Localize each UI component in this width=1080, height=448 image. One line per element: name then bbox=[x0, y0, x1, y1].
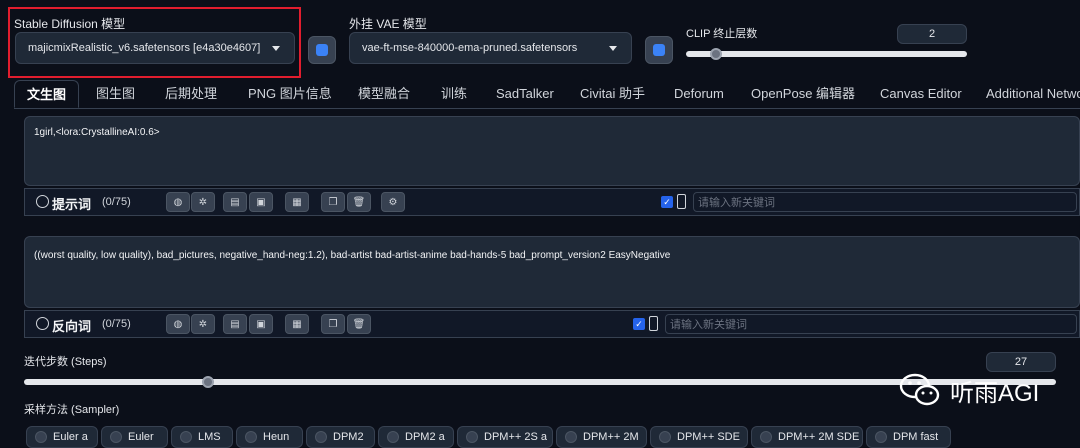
radio-icon bbox=[245, 431, 257, 443]
radio-icon bbox=[565, 431, 577, 443]
model-dropdown[interactable]: majicmixRealistic_v6.safetensors [e4a30e… bbox=[15, 32, 295, 64]
tab-merge[interactable]: 模型融合 bbox=[358, 80, 410, 108]
sampler-option[interactable]: DPM fast bbox=[866, 426, 951, 448]
radio-icon bbox=[659, 431, 671, 443]
trash-icon[interactable]: 🗑 bbox=[347, 192, 371, 212]
negative-prompt-text: ((worst quality, low quality), bad_pictu… bbox=[34, 250, 671, 261]
tab-img2img[interactable]: 图生图 bbox=[96, 80, 135, 108]
sampler-option[interactable]: Euler bbox=[101, 426, 168, 448]
watermark: 听雨AGI bbox=[898, 372, 1039, 408]
gear-icon[interactable]: ✲ bbox=[191, 192, 215, 212]
copy-icon[interactable]: ❐ bbox=[321, 192, 345, 212]
vae-label: 外挂 VAE 模型 bbox=[349, 17, 427, 31]
refresh-icon bbox=[316, 44, 328, 56]
refresh-vae-button[interactable] bbox=[645, 36, 673, 64]
tab-sadtalker[interactable]: SadTalker bbox=[496, 80, 554, 108]
model-label: Stable Diffusion 模型 bbox=[14, 17, 126, 31]
chevron-down-icon bbox=[609, 46, 617, 51]
radio-icon bbox=[387, 431, 399, 443]
trash-icon[interactable]: 🗑 bbox=[347, 314, 371, 334]
bookmark-icon[interactable]: ▣ bbox=[249, 192, 273, 212]
negative-token-count: (0/75) bbox=[102, 318, 131, 330]
negative-toolbar: 反向词 (0/75) ◍ ✲ ▤ ▣ ▦ ❐ 🗑 ✓ 请输入新关键词 bbox=[24, 310, 1080, 338]
sampler-option[interactable]: DPM2 bbox=[306, 426, 375, 448]
refresh-model-button[interactable] bbox=[308, 36, 336, 64]
import-icon[interactable]: ▤ bbox=[223, 314, 247, 334]
import-icon[interactable]: ▤ bbox=[223, 192, 247, 212]
sampler-option[interactable]: DPM++ SDE bbox=[650, 426, 748, 448]
keyword-input[interactable]: 请输入新关键词 bbox=[693, 192, 1077, 212]
sampler-option[interactable]: DPM++ 2M bbox=[556, 426, 647, 448]
radio-icon bbox=[875, 431, 887, 443]
model-value: majicmixRealistic_v6.safetensors [e4a30e… bbox=[28, 42, 261, 54]
tab-additional-networks[interactable]: Additional Netwo bbox=[986, 80, 1080, 108]
vae-value: vae-ft-mse-840000-ema-pruned.safetensors bbox=[362, 42, 578, 54]
radio-icon bbox=[760, 431, 772, 443]
tab-txt2img[interactable]: 文生图 bbox=[14, 80, 80, 108]
sampler-option[interactable]: LMS bbox=[171, 426, 233, 448]
keyword-checkbox[interactable]: ✓ bbox=[633, 318, 645, 330]
tab-extras[interactable]: 后期处理 bbox=[165, 80, 217, 108]
clip-number-input[interactable]: 2 bbox=[897, 24, 967, 44]
negative-title: 反向词 bbox=[52, 319, 92, 334]
tab-openpose-editor[interactable]: OpenPose 编辑器 bbox=[751, 80, 855, 108]
prompt-title: 提示词 bbox=[52, 197, 92, 212]
wechat-icon bbox=[899, 373, 940, 406]
prompt-text: 1girl,<lora:CrystallineAI:0.6> bbox=[34, 127, 160, 138]
watermark-text: 听雨AGI bbox=[950, 379, 1040, 407]
sampler-option[interactable]: DPM++ 2M SDE bbox=[751, 426, 863, 448]
radio-icon bbox=[35, 431, 47, 443]
clip-slider-thumb[interactable] bbox=[710, 48, 722, 60]
sampler-option[interactable]: DPM2 a bbox=[378, 426, 454, 448]
prompt-textarea[interactable]: 1girl,<lora:CrystallineAI:0.6> bbox=[24, 116, 1080, 186]
bookmark-icon[interactable]: ▣ bbox=[249, 314, 273, 334]
expand-icon[interactable] bbox=[36, 317, 49, 330]
keyword-input[interactable]: 请输入新关键词 bbox=[665, 314, 1077, 334]
steps-label: 迭代步数 (Steps) bbox=[24, 356, 107, 368]
tab-png-info[interactable]: PNG 图片信息 bbox=[248, 80, 332, 108]
refresh-icon bbox=[653, 44, 665, 56]
phone-icon bbox=[677, 194, 686, 209]
tab-bar: 文生图 图生图 后期处理 PNG 图片信息 模型融合 训练 SadTalker … bbox=[14, 80, 1080, 109]
negative-prompt-textarea[interactable]: ((worst quality, low quality), bad_pictu… bbox=[24, 236, 1080, 308]
clip-slider-track[interactable] bbox=[686, 51, 967, 57]
prompt-toolbar: 提示词 (0/75) ◍ ✲ ▤ ▣ ▦ ❐ 🗑 ⚙ ✓ 请输入新关键词 bbox=[24, 188, 1080, 216]
keyword-checkbox[interactable]: ✓ bbox=[661, 196, 673, 208]
gear-icon[interactable]: ✲ bbox=[191, 314, 215, 334]
text-icon[interactable]: ▦ bbox=[285, 314, 309, 334]
copy-icon[interactable]: ❐ bbox=[321, 314, 345, 334]
radio-icon bbox=[180, 431, 192, 443]
steps-number-input[interactable]: 27 bbox=[986, 352, 1056, 372]
clip-label: CLIP 终止层数 bbox=[686, 28, 758, 40]
chevron-down-icon bbox=[272, 46, 280, 51]
sampler-option[interactable]: Euler a bbox=[26, 426, 98, 448]
radio-icon bbox=[466, 431, 478, 443]
globe-icon[interactable]: ◍ bbox=[166, 314, 190, 334]
globe-icon[interactable]: ◍ bbox=[166, 192, 190, 212]
tab-deforum[interactable]: Deforum bbox=[674, 80, 724, 108]
radio-icon bbox=[110, 431, 122, 443]
sampler-label: 采样方法 (Sampler) bbox=[24, 404, 120, 416]
prompt-token-count: (0/75) bbox=[102, 196, 131, 208]
text-icon[interactable]: ▦ bbox=[285, 192, 309, 212]
sampler-option[interactable]: DPM++ 2S a bbox=[457, 426, 553, 448]
settings-icon[interactable]: ⚙ bbox=[381, 192, 405, 212]
sampler-option[interactable]: Heun bbox=[236, 426, 303, 448]
phone-icon bbox=[649, 316, 658, 331]
tab-civitai-helper[interactable]: Civitai 助手 bbox=[580, 80, 645, 108]
vae-dropdown[interactable]: vae-ft-mse-840000-ema-pruned.safetensors bbox=[349, 32, 632, 64]
tab-canvas-editor[interactable]: Canvas Editor bbox=[880, 80, 962, 108]
tab-train[interactable]: 训练 bbox=[441, 80, 467, 108]
steps-slider-thumb[interactable] bbox=[202, 376, 214, 388]
radio-icon bbox=[315, 431, 327, 443]
collapse-icon[interactable] bbox=[36, 195, 49, 208]
